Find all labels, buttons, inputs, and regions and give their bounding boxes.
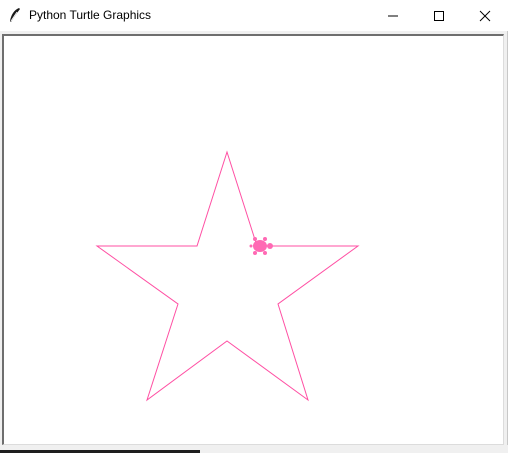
close-icon bbox=[479, 10, 491, 22]
star-shape bbox=[95, 150, 360, 402]
feather-icon bbox=[8, 7, 22, 23]
window-title: Python Turtle Graphics bbox=[29, 8, 152, 22]
minimize-button[interactable] bbox=[370, 0, 416, 31]
turtle-canvas[interactable] bbox=[2, 34, 504, 445]
minimize-icon bbox=[388, 15, 398, 17]
maximize-button[interactable] bbox=[416, 0, 462, 31]
drawing-surface bbox=[95, 150, 360, 402]
title-bar[interactable]: Python Turtle Graphics bbox=[0, 0, 508, 31]
turtle-icon bbox=[249, 237, 273, 255]
maximize-icon bbox=[434, 11, 444, 21]
turtle-window: Python Turtle Graphics bbox=[0, 0, 508, 453]
close-button[interactable] bbox=[462, 0, 508, 31]
